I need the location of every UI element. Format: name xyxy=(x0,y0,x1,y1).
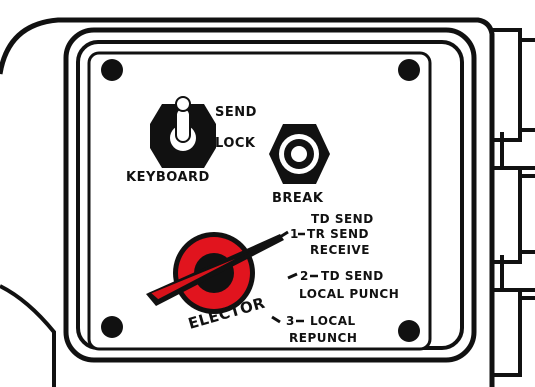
position-number: 2 xyxy=(300,269,309,283)
toggle-switch-icon[interactable] xyxy=(150,96,216,168)
position-line: TD SEND xyxy=(321,269,384,283)
position-line: TR SEND xyxy=(307,227,369,241)
side-connectors xyxy=(492,28,535,377)
screw-icon xyxy=(101,59,123,81)
screw-icon xyxy=(398,59,420,81)
position-line: RECEIVE xyxy=(310,243,370,257)
toggle-lock-label: LOCK xyxy=(215,136,256,151)
position-line: LOCAL xyxy=(310,314,356,328)
panel-drawing: SEND LOCK KEYBOARD BREAK ELECTOR 1 TD SE… xyxy=(0,17,535,387)
screw-icon xyxy=(398,320,420,342)
position-line: TD SEND xyxy=(311,212,374,226)
keyboard-label: KEYBOARD xyxy=(126,170,210,185)
position-number: 3 xyxy=(286,314,295,328)
housing-bottom-curve xyxy=(0,284,56,387)
control-panel-illustration: SEND LOCK KEYBOARD BREAK ELECTOR 1 TD SE… xyxy=(0,0,535,387)
position-number: 1 xyxy=(290,227,299,241)
toggle-send-label: SEND xyxy=(215,105,257,120)
screw-icon xyxy=(101,316,123,338)
position-line: REPUNCH xyxy=(289,331,357,345)
position-line: LOCAL PUNCH xyxy=(299,287,399,301)
break-label: BREAK xyxy=(272,191,324,206)
